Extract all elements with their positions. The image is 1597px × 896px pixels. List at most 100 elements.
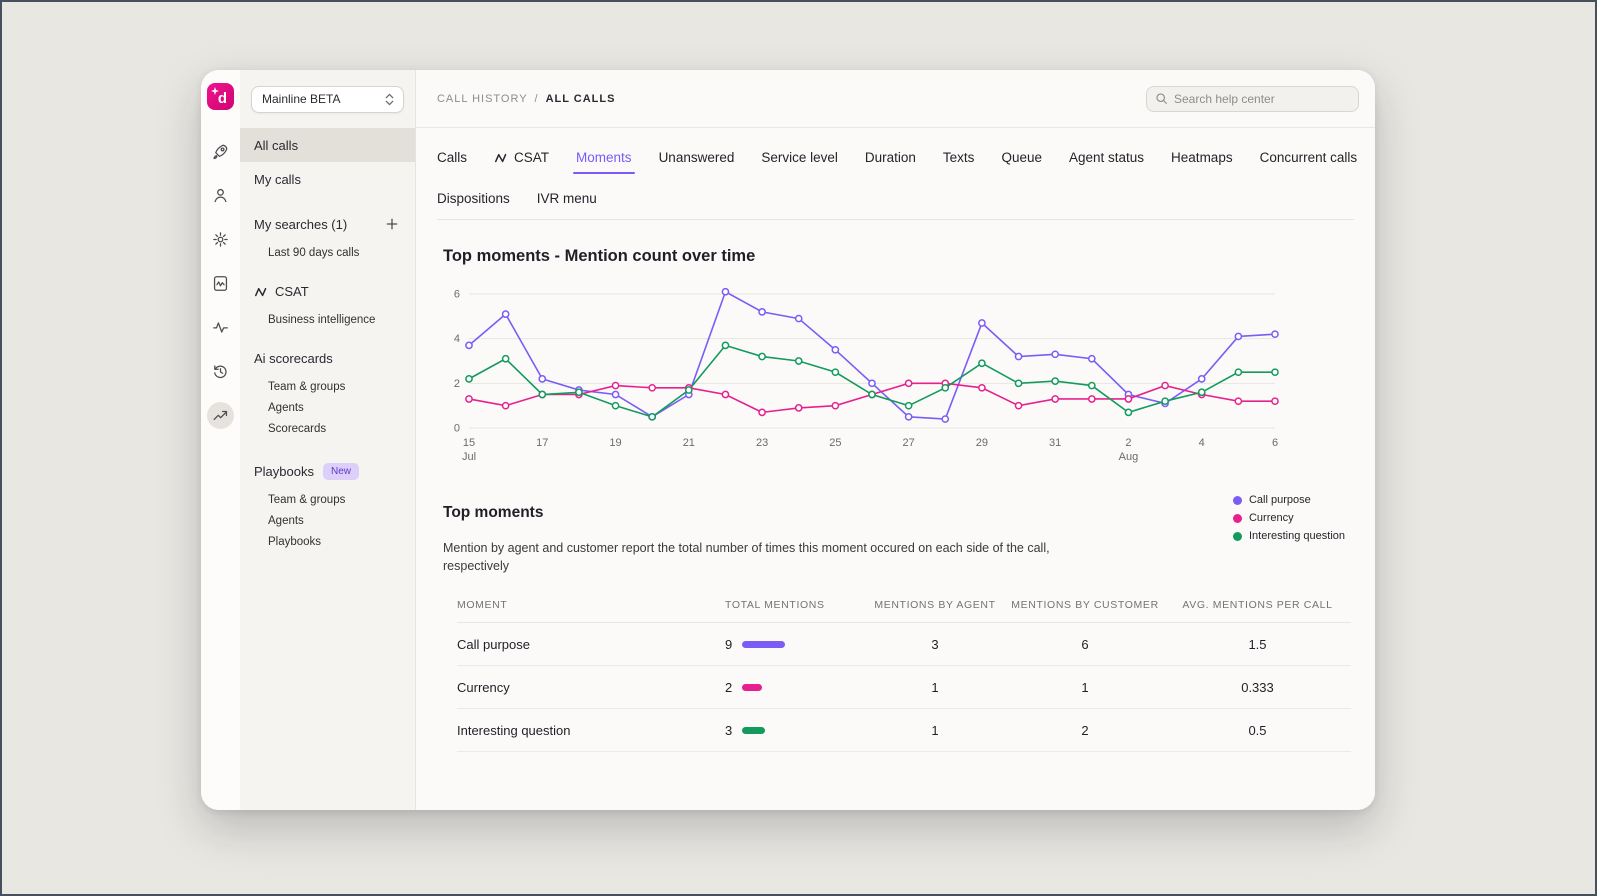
- svg-text:6: 6: [1272, 437, 1278, 449]
- tab-bar: Calls CSAT Moments Unanswered Service le…: [437, 128, 1354, 220]
- legend-item-interesting-question[interactable]: Interesting question: [1233, 530, 1345, 542]
- rocket-icon[interactable]: [207, 138, 234, 165]
- ai-icon: [494, 151, 508, 164]
- legend-label: Call purpose: [1249, 494, 1311, 506]
- breadcrumb: CALL HISTORY / ALL CALLS: [437, 93, 615, 105]
- tab-heatmaps[interactable]: Heatmaps: [1171, 150, 1233, 165]
- table-row-currency[interactable]: Currency 2 1 1 0.333: [457, 666, 1351, 709]
- tab-queue[interactable]: Queue: [1001, 150, 1042, 165]
- cell-by-agent: 1: [865, 723, 1005, 738]
- table-row-interesting-question[interactable]: Interesting question 3 1 2 0.5: [457, 709, 1351, 752]
- svg-text:15: 15: [463, 437, 475, 449]
- workspace-selector[interactable]: Mainline BETA: [251, 86, 404, 113]
- tab-moments[interactable]: Moments: [576, 150, 632, 165]
- legend-label: Interesting question: [1249, 530, 1345, 542]
- tab-service-level[interactable]: Service level: [761, 150, 838, 165]
- playbooks-label: Playbooks: [254, 464, 314, 479]
- svg-text:2: 2: [1125, 437, 1131, 449]
- cell-total: 3: [725, 723, 732, 738]
- svg-text:Aug: Aug: [1119, 451, 1139, 463]
- report-icon[interactable]: [207, 270, 234, 297]
- activity-icon[interactable]: [207, 314, 234, 341]
- my-searches-label: My searches (1): [254, 217, 383, 232]
- brand-letter: d: [218, 91, 227, 106]
- sidebar-section-ai-scorecards[interactable]: Ai scorecards: [240, 346, 415, 370]
- brand-logo[interactable]: d: [207, 83, 234, 110]
- icon-rail: d: [201, 70, 240, 810]
- tab-agent-status[interactable]: Agent status: [1069, 150, 1144, 165]
- tab-unanswered[interactable]: Unanswered: [659, 150, 735, 165]
- cell-moment: Currency: [457, 680, 725, 695]
- sidebar: Mainline BETA All calls My calls My sear…: [240, 70, 416, 810]
- tab-concurrent-calls[interactable]: Concurrent calls: [1260, 150, 1358, 165]
- table-header-row: MOMENT TOTAL MENTIONS MENTIONS BY AGENT …: [457, 599, 1351, 623]
- breadcrumb-separator: /: [535, 93, 539, 105]
- cell-avg: 0.5: [1165, 723, 1350, 738]
- svg-text:21: 21: [683, 437, 695, 449]
- sidebar-item-scorecards-scorecards[interactable]: Scorecards: [240, 418, 415, 439]
- sidebar-section-my-searches[interactable]: My searches (1): [240, 212, 415, 236]
- add-search-button[interactable]: [383, 215, 401, 233]
- sidebar-item-last-90-days-calls[interactable]: Last 90 days calls: [240, 242, 415, 263]
- col-header-mentions-by-customer: MENTIONS BY CUSTOMER: [1005, 599, 1165, 611]
- legend-dot-currency: [1233, 514, 1242, 523]
- plus-icon: [386, 218, 398, 230]
- search-icon: [1155, 92, 1168, 105]
- sidebar-item-all-calls[interactable]: All calls: [240, 128, 415, 162]
- moments-table: MOMENT TOTAL MENTIONS MENTIONS BY AGENT …: [457, 599, 1351, 752]
- breadcrumb-call-history[interactable]: CALL HISTORY: [437, 93, 528, 105]
- content-area: Top moments - Mention count over time 0 2…: [416, 220, 1375, 752]
- history-icon[interactable]: [207, 358, 234, 385]
- chart-title: Top moments - Mention count over time: [443, 247, 1351, 266]
- sidebar-item-scorecards-team-groups[interactable]: Team & groups: [240, 376, 415, 397]
- cell-moment: Interesting question: [457, 723, 725, 738]
- svg-text:0: 0: [454, 423, 460, 435]
- sidebar-item-scorecards-agents[interactable]: Agents: [240, 397, 415, 418]
- tab-texts[interactable]: Texts: [943, 150, 975, 165]
- tab-ivr-menu[interactable]: IVR menu: [537, 191, 597, 206]
- tab-dispositions[interactable]: Dispositions: [437, 191, 510, 206]
- legend-item-currency[interactable]: Currency: [1233, 512, 1345, 524]
- legend-dot-interesting-question: [1233, 532, 1242, 541]
- svg-text:4: 4: [454, 333, 460, 345]
- svg-text:4: 4: [1199, 437, 1205, 449]
- legend-item-call-purpose[interactable]: Call purpose: [1233, 494, 1345, 506]
- cell-moment: Call purpose: [457, 637, 725, 652]
- cell-by-agent: 1: [865, 680, 1005, 695]
- csat-label: CSAT: [275, 284, 309, 299]
- sidebar-item-my-calls[interactable]: My calls: [240, 162, 415, 196]
- mentions-bar: [742, 684, 762, 691]
- sidebar-section-csat[interactable]: CSAT: [240, 279, 415, 303]
- svg-text:19: 19: [609, 437, 621, 449]
- sidebar-item-business-intelligence[interactable]: Business intelligence: [240, 309, 415, 330]
- tab-duration[interactable]: Duration: [865, 150, 916, 165]
- analytics-trend-icon[interactable]: [207, 402, 234, 429]
- help-search[interactable]: [1146, 86, 1359, 112]
- search-input[interactable]: [1174, 92, 1350, 106]
- sidebar-item-playbooks-agents[interactable]: Agents: [240, 510, 415, 531]
- new-badge: New: [323, 463, 359, 480]
- svg-text:17: 17: [536, 437, 548, 449]
- svg-text:25: 25: [829, 437, 841, 449]
- table-row-call-purpose[interactable]: Call purpose 9 3 6 1.5: [457, 623, 1351, 666]
- workspace-name: Mainline BETA: [262, 92, 340, 106]
- sparkle-icon: [211, 87, 219, 95]
- sidebar-item-playbooks-playbooks[interactable]: Playbooks: [240, 531, 415, 552]
- sidebar-section-playbooks[interactable]: Playbooks New: [240, 459, 415, 483]
- svg-text:31: 31: [1049, 437, 1061, 449]
- moments-line-chart: 024615Jul17192123252729312Aug46: [445, 282, 1281, 474]
- col-header-avg-mentions-per-call: AVG. MENTIONS PER CALL: [1165, 599, 1350, 611]
- gear-icon[interactable]: [207, 226, 234, 253]
- sidebar-item-playbooks-team-groups[interactable]: Team & groups: [240, 489, 415, 510]
- tab-calls[interactable]: Calls: [437, 150, 467, 165]
- top-moments-title: Top moments: [443, 504, 1351, 522]
- main-header: CALL HISTORY / ALL CALLS: [416, 70, 1375, 128]
- user-icon[interactable]: [207, 182, 234, 209]
- col-header-total-mentions: TOTAL MENTIONS: [725, 599, 865, 611]
- tab-csat[interactable]: CSAT: [494, 150, 549, 165]
- app-window: d: [201, 70, 1375, 810]
- col-header-moment: MOMENT: [457, 599, 725, 611]
- svg-text:Jul: Jul: [462, 451, 476, 463]
- breadcrumb-all-calls: ALL CALLS: [546, 93, 616, 105]
- desktop-background: { "brand": { "letter": "d" }, "workspace…: [0, 0, 1597, 896]
